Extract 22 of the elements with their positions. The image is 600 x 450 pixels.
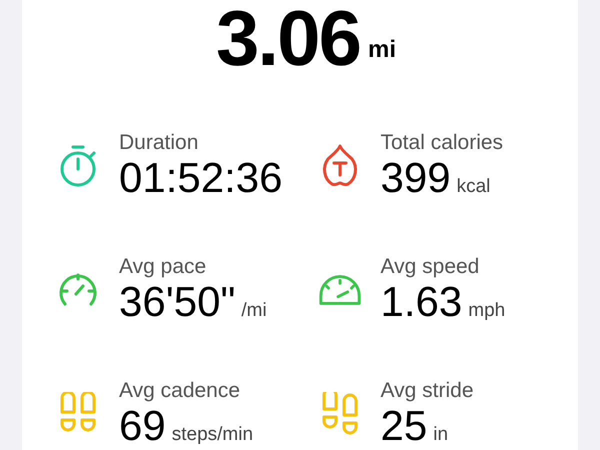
distance-value: 3.06 [216, 0, 360, 76]
stat-value: 25 [380, 402, 428, 449]
stat-value: 1.63 [380, 278, 462, 325]
stat-unit: kcal [456, 174, 490, 199]
stopwatch-icon [58, 143, 98, 189]
stat-unit: steps/min [172, 422, 254, 447]
stat-label: Avg stride [380, 378, 474, 403]
stat-label: Avg cadence [119, 378, 242, 403]
stat-value: 36'50" [119, 278, 236, 325]
footprints-icon [320, 392, 360, 436]
stat-label: Avg pace [119, 254, 208, 279]
distance-unit: mi [368, 35, 396, 65]
stat-unit: /mi [241, 298, 267, 323]
stat-label: Avg speed [380, 254, 480, 279]
stat-label: Total calories [380, 130, 504, 155]
stat-value: 01:52:36 [119, 155, 282, 201]
stat-unit: mph [468, 298, 506, 323]
stat-unit: in [433, 422, 448, 447]
stat-value: 69 [119, 402, 166, 449]
speedometer-icon [316, 272, 362, 308]
stat-label: Duration [119, 131, 200, 155]
stat-value: 399 [380, 154, 451, 201]
